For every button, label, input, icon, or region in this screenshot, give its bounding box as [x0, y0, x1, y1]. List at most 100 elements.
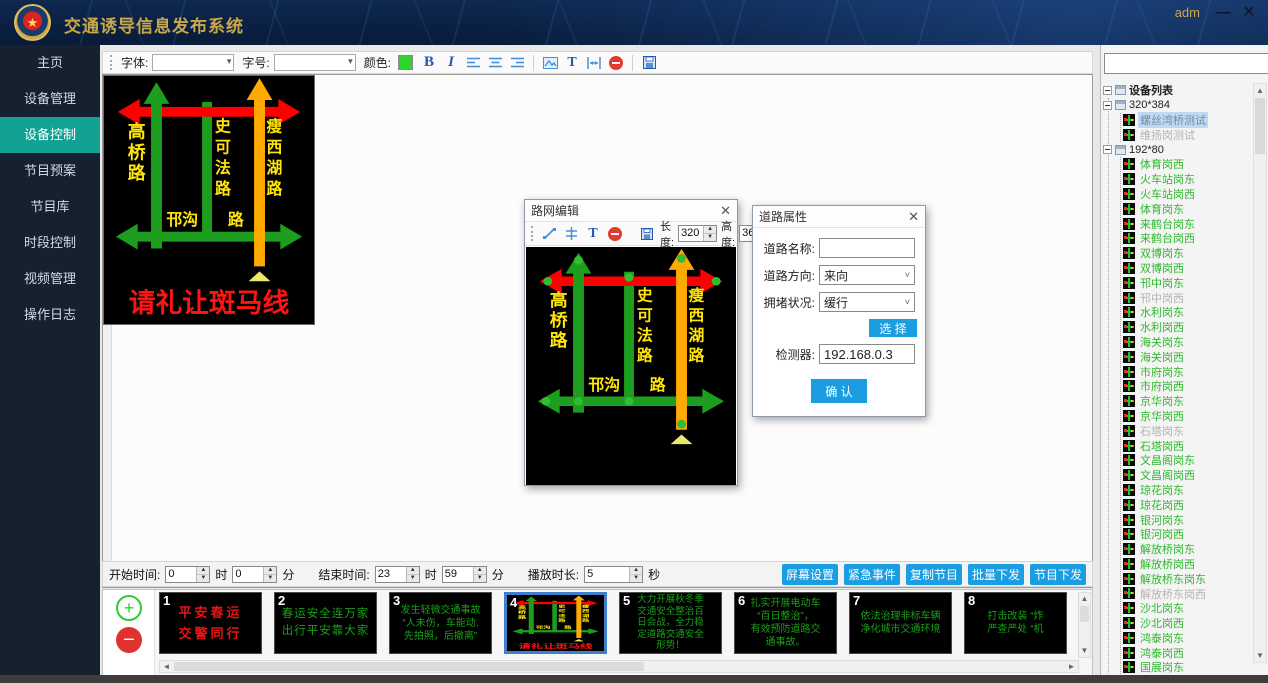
expander-icon[interactable]: [1103, 145, 1112, 154]
playlist-vscrollbar[interactable]: ▲ ▼: [1078, 592, 1091, 658]
device-search-input[interactable]: [1104, 53, 1268, 74]
road-direction-select[interactable]: 来向˅: [819, 265, 915, 285]
editor-toolbar-grip[interactable]: [531, 226, 533, 241]
device-item-解放桥东岗西[interactable]: 解放桥东岗西: [1115, 586, 1253, 601]
editor-save-icon[interactable]: [638, 225, 656, 243]
playlist-item-4[interactable]: 4高桥路史可法路瘦西湖路邗沟路请礼让斑马线: [504, 592, 607, 654]
device-item-京华岗西[interactable]: 京华岗西: [1115, 409, 1253, 424]
text-icon[interactable]: T: [563, 54, 581, 72]
start-hour-stepper[interactable]: 0▲▼: [165, 566, 210, 583]
image-icon[interactable]: [541, 54, 559, 72]
device-item-海关岗西[interactable]: 海关岗西: [1115, 349, 1253, 364]
toolbar-grip[interactable]: [110, 55, 114, 70]
font-select[interactable]: [152, 54, 234, 71]
tree-group-192*80[interactable]: 192*80: [1103, 142, 1253, 157]
props-dialog-titlebar[interactable]: 道路属性 ✕: [753, 206, 925, 228]
props-close-icon[interactable]: ✕: [908, 209, 919, 225]
device-item-来鹤台岗西[interactable]: 来鹤台岗西: [1115, 231, 1253, 246]
playlist-item-3[interactable]: 3发生轻微交通事故“人未伤，车能动,先拍照，后撤离”: [389, 592, 492, 654]
scroll-up-icon[interactable]: ▲: [1079, 593, 1090, 605]
editor-dialog-titlebar[interactable]: 路网编辑 ✕: [525, 200, 737, 222]
playlist-item-2[interactable]: 2春运安全连万家出行平安靠大家: [274, 592, 377, 654]
road-name-input[interactable]: [819, 238, 915, 258]
device-item-琼花岗西[interactable]: 琼花岗西: [1115, 497, 1253, 512]
end-hour-stepper[interactable]: 23▲▼: [375, 566, 420, 583]
scroll-down-icon[interactable]: ▼: [1079, 645, 1090, 657]
playlist-hscrollbar[interactable]: ◄ ►: [159, 660, 1079, 673]
device-item-沙北岗东[interactable]: 沙北岗东: [1115, 601, 1253, 616]
playlist-item-8[interactable]: 8打击改装 “炸 严查严处 “机: [964, 592, 1067, 654]
tree-group-320*384[interactable]: 320*384: [1103, 98, 1253, 113]
device-item-水利岗西[interactable]: 水利岗西: [1115, 320, 1253, 335]
playlist-item-1[interactable]: 1平安春运交警同行: [159, 592, 262, 654]
draw-line-icon[interactable]: [540, 225, 558, 243]
scrollbar-thumb[interactable]: [1080, 606, 1089, 622]
device-item-螺丝湾桥测试[interactable]: 螺丝湾桥测试: [1115, 113, 1253, 128]
font-size-select[interactable]: [274, 54, 356, 71]
device-item-双博岗西[interactable]: 双博岗西: [1115, 261, 1253, 276]
sidebar-item-时段控制[interactable]: 时段控制: [0, 225, 100, 261]
detector-input[interactable]: 192.168.0.3: [819, 344, 915, 364]
close-button[interactable]: ✕: [1238, 2, 1260, 22]
device-item-邗中岗东[interactable]: 邗中岗东: [1115, 275, 1253, 290]
device-item-邗中岗西[interactable]: 邗中岗西: [1115, 290, 1253, 305]
scrollbar-thumb[interactable]: [174, 662, 644, 671]
playlist-item-6[interactable]: 6扎实开展电动车“百日整治”，有效预防道路交通事故。: [734, 592, 837, 654]
tree-root[interactable]: 设备列表: [1103, 83, 1253, 98]
editor-close-icon[interactable]: ✕: [720, 203, 731, 219]
device-item-来鹤台岗东[interactable]: 来鹤台岗东: [1115, 216, 1253, 231]
device-item-水利岗东[interactable]: 水利岗东: [1115, 305, 1253, 320]
italic-icon[interactable]: I: [442, 54, 460, 72]
device-item-琼花岗东[interactable]: 琼花岗东: [1115, 483, 1253, 498]
expander-icon[interactable]: [1103, 101, 1112, 110]
device-item-市府岗西[interactable]: 市府岗西: [1115, 379, 1253, 394]
sidebar-item-操作日志[interactable]: 操作日志: [0, 297, 100, 333]
device-item-解放桥岗西[interactable]: 解放桥岗西: [1115, 557, 1253, 572]
scrollbar-thumb[interactable]: [1255, 98, 1265, 154]
duration-stepper[interactable]: 5▲▼: [584, 566, 643, 583]
device-item-体育岗东[interactable]: 体育岗东: [1115, 201, 1253, 216]
congestion-select[interactable]: 缓行˅: [819, 292, 915, 312]
device-item-鸿泰岗东[interactable]: 鸿泰岗东: [1115, 630, 1253, 645]
sidebar-item-节目预案[interactable]: 节目预案: [0, 153, 100, 189]
editor-text-icon[interactable]: T: [584, 225, 602, 243]
sidebar-item-设备控制[interactable]: 设备控制: [0, 117, 100, 153]
playlist-item-7[interactable]: 7依法治理非标车辆 净化城市交通环境: [849, 592, 952, 654]
device-item-火车站岗东[interactable]: 火车站岗东: [1115, 172, 1253, 187]
action-button-紧急事件[interactable]: 紧急事件: [844, 564, 900, 585]
end-minute-stepper[interactable]: 59▲▼: [442, 566, 487, 583]
playlist-item-5[interactable]: 5大力开展秋冬季交通安全整治百日会战，全力稳定道路交通安全形势！: [619, 592, 722, 654]
scroll-down-icon[interactable]: ▼: [1254, 649, 1266, 662]
remove-icon[interactable]: [607, 54, 625, 72]
sidebar-item-视频管理[interactable]: 视频管理: [0, 261, 100, 297]
tree-vscrollbar[interactable]: ▲ ▼: [1253, 83, 1267, 663]
device-item-火车站岗西[interactable]: 火车站岗西: [1115, 187, 1253, 202]
start-minute-stepper[interactable]: 0▲▼: [232, 566, 277, 583]
sidebar-item-节目库[interactable]: 节目库: [0, 189, 100, 225]
device-item-维扬岗测试[interactable]: 维扬岗测试: [1115, 127, 1253, 142]
device-item-石塔岗西[interactable]: 石塔岗西: [1115, 438, 1253, 453]
expander-icon[interactable]: [1103, 86, 1112, 95]
device-item-京华岗东[interactable]: 京华岗东: [1115, 394, 1253, 409]
device-item-文昌阁岗东[interactable]: 文昌阁岗东: [1115, 453, 1253, 468]
align-center-icon[interactable]: [486, 54, 504, 72]
color-swatch[interactable]: [398, 55, 413, 70]
editor-canvas[interactable]: 高桥路史可法路瘦西湖路邗沟路: [526, 247, 736, 485]
distribute-icon[interactable]: [562, 225, 580, 243]
device-item-体育岗西[interactable]: 体育岗西: [1115, 157, 1253, 172]
bold-icon[interactable]: B: [420, 54, 438, 72]
save-icon[interactable]: [640, 54, 658, 72]
remove-program-button[interactable]: −: [116, 627, 142, 653]
align-left-icon[interactable]: [464, 54, 482, 72]
scroll-left-icon[interactable]: ◄: [160, 661, 173, 672]
scroll-right-icon[interactable]: ►: [1065, 661, 1078, 672]
sign-preview[interactable]: 高桥路史可法路瘦西湖路邗沟路请礼让斑马线: [103, 75, 315, 325]
select-detector-button[interactable]: 选 择: [869, 319, 917, 337]
device-item-鸿泰岗西[interactable]: 鸿泰岗西: [1115, 645, 1253, 660]
device-item-解放桥岗东[interactable]: 解放桥岗东: [1115, 542, 1253, 557]
device-item-石塔岗东[interactable]: 石塔岗东: [1115, 423, 1253, 438]
device-item-文昌阁岗西[interactable]: 文昌阁岗西: [1115, 468, 1253, 483]
device-item-海关岗东[interactable]: 海关岗东: [1115, 335, 1253, 350]
confirm-button[interactable]: 确 认: [811, 379, 867, 403]
add-program-button[interactable]: +: [116, 595, 142, 621]
